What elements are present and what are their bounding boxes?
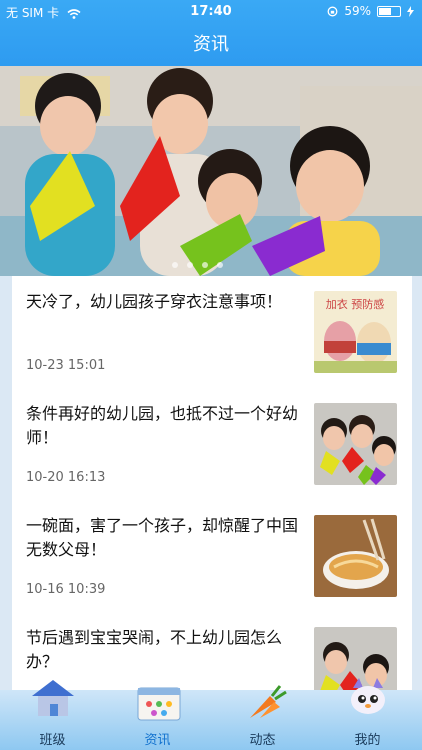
news-item[interactable]: 条件再好的幼儿园，也抵不过一个好幼师！ 10-20 16:13: [12, 388, 412, 500]
top-bar: 无 SIM 卡 17:40 59% 资讯: [0, 0, 422, 66]
tab-news[interactable]: 资讯: [105, 687, 210, 750]
news-date: 10-20 16:13: [26, 470, 106, 485]
tab-label: 动态: [249, 733, 276, 748]
tab-bar: 班级 资讯 动态 我的: [0, 678, 422, 750]
banner-carousel[interactable]: [0, 66, 422, 276]
carrot-icon: [250, 685, 287, 718]
tab-label: 班级: [39, 733, 66, 748]
status-bar: 无 SIM 卡 17:40 59%: [0, 4, 422, 20]
news-item[interactable]: 一碗面，害了一个孩子，却惊醒了中国无数父母！ 10-16 10:39: [12, 500, 412, 612]
news-item[interactable]: 天冷了，幼儿园孩子穿衣注意事项！ 10-23 15:01 加衣 预防感: [12, 276, 412, 388]
banner-image: [0, 66, 422, 276]
news-thumbnail: [314, 403, 397, 485]
news-title: 天冷了，幼儿园孩子穿衣注意事项！: [26, 292, 283, 311]
carousel-dot[interactable]: [172, 262, 178, 268]
cat-icon: [351, 678, 385, 714]
carousel-dot[interactable]: [202, 262, 208, 268]
thumbnail-text: 加衣 预防感: [326, 297, 385, 311]
tab-label: 我的: [354, 733, 381, 748]
tab-class[interactable]: 班级: [0, 680, 105, 750]
tab-label: 资讯: [144, 733, 171, 748]
calendar-icon: [137, 687, 181, 721]
carousel-indicators[interactable]: [172, 262, 223, 268]
news-date: 10-23 15:01: [26, 358, 106, 373]
news-title: 条件再好的幼儿园，也抵不过一个好幼师！: [26, 404, 299, 447]
news-date: 10-16 10:39: [26, 582, 106, 597]
house-icon: [32, 680, 74, 716]
orientation-lock-icon: [327, 6, 338, 16]
tab-profile[interactable]: 我的: [315, 678, 420, 750]
news-title: 一碗面，害了一个孩子，却惊醒了中国无数父母！: [26, 516, 299, 559]
carousel-dot[interactable]: [187, 262, 193, 268]
battery-icon: [377, 5, 401, 17]
battery-percent: 59%: [344, 4, 371, 18]
page-title: 资讯: [193, 34, 229, 55]
news-title: 节后遇到宝宝哭闹，不上幼儿园怎么办？: [26, 628, 283, 671]
tab-moments[interactable]: 动态: [210, 685, 315, 750]
news-thumbnail: 加衣 预防感: [314, 291, 397, 373]
carousel-dot[interactable]: [217, 262, 223, 268]
status-right: 59%: [327, 4, 414, 18]
charging-icon: [407, 5, 414, 17]
news-thumbnail: [314, 515, 397, 597]
